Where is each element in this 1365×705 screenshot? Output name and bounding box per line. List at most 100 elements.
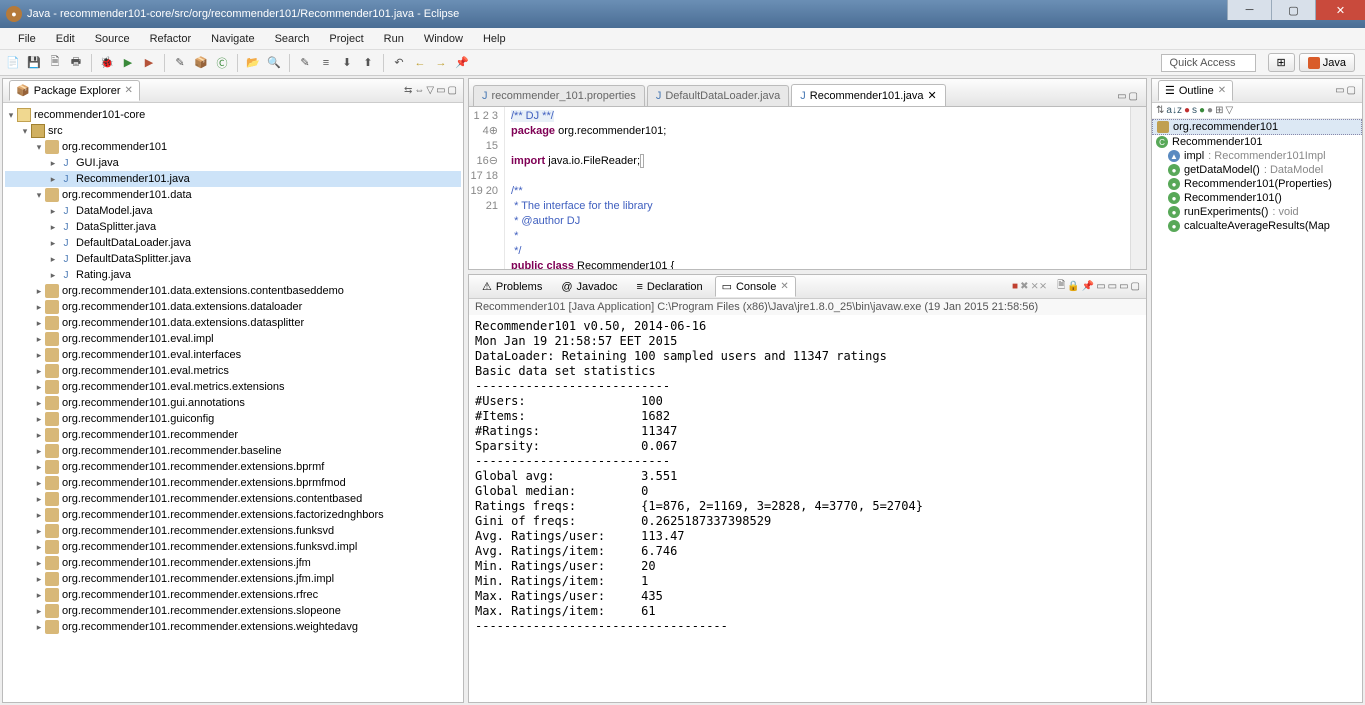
new-icon[interactable]: 📄 (4, 54, 22, 72)
open-type-icon[interactable]: 📂 (244, 54, 262, 72)
tree-item[interactable]: ▸org.recommender101.data.extensions.data… (5, 315, 461, 331)
tree-item[interactable]: ▸JRecommender101.java (5, 171, 461, 187)
hide-fields-icon[interactable]: ● (1184, 105, 1190, 116)
debug-icon[interactable]: 🐞 (98, 54, 116, 72)
hide-static-icon[interactable]: s (1192, 105, 1197, 116)
java-perspective-button[interactable]: Java (1299, 53, 1355, 72)
tree-item[interactable]: ▸org.recommender101.recommender.extensio… (5, 459, 461, 475)
new-pkg-icon[interactable]: 📦 (192, 54, 210, 72)
tree-item[interactable]: ▾src (5, 123, 461, 139)
bottom-tab-problems[interactable]: ⚠Problems (475, 276, 549, 297)
tree-item[interactable]: ▸org.recommender101.recommender.extensio… (5, 523, 461, 539)
az-icon[interactable]: a↓z (1166, 105, 1182, 116)
outline-tab[interactable]: ☰ Outline ✕ (1158, 80, 1233, 101)
outline-item[interactable]: ●calcualteAverageResults(Map (1152, 219, 1362, 233)
terminate-icon[interactable]: ■ (1012, 281, 1018, 292)
tree-item[interactable]: ▸JRating.java (5, 267, 461, 283)
forward-icon[interactable]: → (432, 54, 450, 72)
menu-refactor[interactable]: Refactor (140, 30, 202, 48)
tree-item[interactable]: ▾org.recommender101.data (5, 187, 461, 203)
console-output[interactable]: Recommender101 v0.50, 2014-06-16 Mon Jan… (469, 315, 1146, 638)
maximize-console-icon[interactable]: ▢ (1131, 281, 1140, 292)
menu-window[interactable]: Window (414, 30, 473, 48)
pin-console-icon[interactable]: 📌 (1082, 281, 1094, 292)
quick-access-input[interactable]: Quick Access (1161, 54, 1256, 72)
scroll-lock-icon[interactable]: 🔒 (1067, 281, 1079, 292)
ext-tools-icon[interactable]: ▶ (140, 54, 158, 72)
close-icon[interactable]: ✕ (780, 281, 788, 292)
tree-item[interactable]: ▸org.recommender101.recommender.extensio… (5, 603, 461, 619)
collapse-all-icon[interactable]: ⇆ (404, 85, 412, 96)
open-perspective-button[interactable]: ⊞ (1268, 53, 1295, 72)
tree-item[interactable]: ▸JDefaultDataLoader.java (5, 235, 461, 251)
package-explorer-tab[interactable]: 📦 Package Explorer ✕ (9, 80, 140, 101)
display-console-icon[interactable]: ▭ (1096, 281, 1105, 292)
maximize-editor-icon[interactable]: ▢ (1129, 91, 1138, 102)
tree-item[interactable]: ▸org.recommender101.recommender.extensio… (5, 491, 461, 507)
maximize-button[interactable]: ▢ (1271, 0, 1315, 20)
tree-item[interactable]: ▸JDataSplitter.java (5, 219, 461, 235)
run-icon[interactable]: ▶ (119, 54, 137, 72)
prev-annotation-icon[interactable]: ⬆ (359, 54, 377, 72)
editor-tab[interactable]: Jrecommender_101.properties (473, 85, 645, 106)
save-icon[interactable]: 💾 (25, 54, 43, 72)
remove-launch-icon[interactable]: ✖ (1020, 281, 1028, 292)
tree-item[interactable]: ▸org.recommender101.recommender.extensio… (5, 539, 461, 555)
tree-item[interactable]: ▸org.recommender101.gui.annotations (5, 395, 461, 411)
minimize-view-icon[interactable]: ▭ (436, 85, 445, 96)
menu-search[interactable]: Search (265, 30, 320, 48)
search-icon[interactable]: 🔍 (265, 54, 283, 72)
open-console-icon[interactable]: ▭ (1108, 281, 1117, 292)
menu-project[interactable]: Project (319, 30, 373, 48)
annotation-icon[interactable]: ≡ (317, 54, 335, 72)
tree-item[interactable]: ▸org.recommender101.eval.metrics.extensi… (5, 379, 461, 395)
menu-edit[interactable]: Edit (46, 30, 85, 48)
tree-item[interactable]: ▸JGUI.java (5, 155, 461, 171)
tree-item[interactable]: ▸org.recommender101.recommender.extensio… (5, 587, 461, 603)
outline-item[interactable]: ●Recommender101() (1152, 191, 1362, 205)
tree-item[interactable]: ▸org.recommender101.eval.metrics (5, 363, 461, 379)
close-button[interactable]: ✕ (1315, 0, 1365, 20)
menu-help[interactable]: Help (473, 30, 516, 48)
editor-vscrollbar[interactable] (1130, 107, 1146, 269)
outline-item[interactable]: ●runExperiments() : void (1152, 205, 1362, 219)
bottom-tab-declaration[interactable]: ≡Declaration (630, 277, 710, 297)
hide-nonpublic-icon[interactable]: ● (1199, 105, 1205, 116)
menu-source[interactable]: Source (85, 30, 140, 48)
minimize-outline-icon[interactable]: ▭ (1335, 85, 1344, 96)
tree-item[interactable]: ▸org.recommender101.recommender.extensio… (5, 475, 461, 491)
link-editor-icon[interactable]: ⇔ (414, 85, 424, 96)
back-icon[interactable]: ← (411, 54, 429, 72)
tree-item[interactable]: ▸org.recommender101.eval.impl (5, 331, 461, 347)
next-annotation-icon[interactable]: ⬇ (338, 54, 356, 72)
outline-item[interactable]: org.recommender101 (1152, 119, 1362, 135)
tree-item[interactable]: ▸JDefaultDataSplitter.java (5, 251, 461, 267)
tree-item[interactable]: ▾recommender101-core (5, 107, 461, 123)
hide-local-icon[interactable]: ● (1207, 105, 1213, 116)
outline-tree[interactable]: org.recommender101CRecommender101▲impl :… (1152, 119, 1362, 702)
wand-icon[interactable]: ✎ (171, 54, 189, 72)
focus-icon[interactable]: ⊞ (1215, 105, 1223, 116)
close-icon[interactable]: ✕ (1218, 85, 1226, 96)
outline-item[interactable]: ▲impl : Recommender101Impl (1152, 149, 1362, 163)
toggle-mark-icon[interactable]: ✎ (296, 54, 314, 72)
bottom-tab-console[interactable]: ▭Console ✕ (715, 276, 796, 297)
last-edit-icon[interactable]: ↶ (390, 54, 408, 72)
tree-item[interactable]: ▸org.recommender101.data.extensions.data… (5, 299, 461, 315)
minimize-console-icon[interactable]: ▭ (1119, 281, 1128, 292)
menu-run[interactable]: Run (374, 30, 414, 48)
tree-item[interactable]: ▸org.recommender101.recommender.baseline (5, 443, 461, 459)
tree-item[interactable]: ▸org.recommender101.recommender.extensio… (5, 619, 461, 635)
maximize-view-icon[interactable]: ▢ (448, 85, 457, 96)
tree-item[interactable]: ▾org.recommender101 (5, 139, 461, 155)
tree-item[interactable]: ▸org.recommender101.data.extensions.cont… (5, 283, 461, 299)
remove-all-icon[interactable]: ⨯⨯ (1030, 281, 1047, 292)
tree-item[interactable]: ▸org.recommender101.recommender (5, 427, 461, 443)
code-editor[interactable]: 1 2 3 4⊕ 15 16⊖ 17 18 19 20 21 /** DJ **… (469, 107, 1146, 269)
tree-item[interactable]: ▸org.recommender101.recommender.extensio… (5, 571, 461, 587)
tree-item[interactable]: ▸org.recommender101.guiconfig (5, 411, 461, 427)
print-icon[interactable]: 🖶 (67, 54, 85, 72)
outline-item[interactable]: CRecommender101 (1152, 135, 1362, 149)
tree-item[interactable]: ▸org.recommender101.eval.interfaces (5, 347, 461, 363)
editor-tab[interactable]: JRecommender101.java ✕ (791, 84, 945, 106)
